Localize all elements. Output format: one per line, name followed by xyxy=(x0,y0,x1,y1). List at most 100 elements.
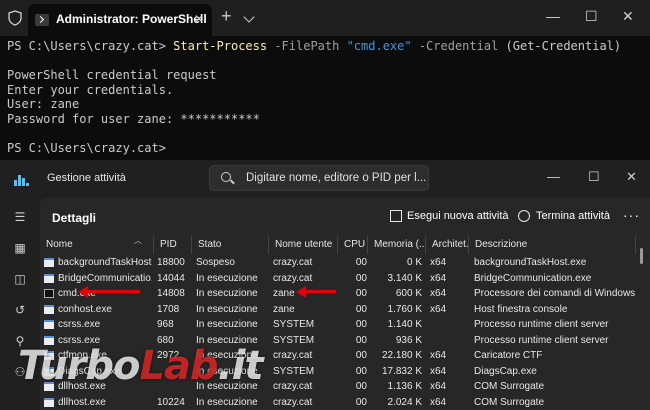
task-manager-titlebar: Gestione attività Digitare nome, editore… xyxy=(0,160,650,198)
minimize-icon[interactable]: — xyxy=(547,169,560,184)
table-row[interactable]: conhost.exe 1708 In esecuzione zane 00 1.760 … xyxy=(40,302,636,318)
cell-cpu: 00 xyxy=(355,272,367,284)
cell-arch xyxy=(430,333,468,349)
shield-icon xyxy=(8,10,22,26)
column-header[interactable]: Memoria (... xyxy=(368,236,426,254)
tab-powershell[interactable]: Administrator: PowerShell ✕ xyxy=(28,4,212,36)
close-tab-icon[interactable]: ✕ xyxy=(194,12,204,26)
cell-pid: 14044 xyxy=(157,272,185,284)
cell-arch: x64 xyxy=(430,396,447,408)
performance-icon[interactable]: ◫ xyxy=(13,272,27,286)
cell-arch: x64 xyxy=(430,303,447,315)
cell-arch xyxy=(430,317,468,333)
terminal-output[interactable]: PS C:\Users\crazy.cat> Start-Process -Fi… xyxy=(0,36,650,160)
cell-pid: 14808 xyxy=(157,288,185,299)
cell-user: crazy.cat xyxy=(273,272,313,284)
end-task-button[interactable]: Termina attività xyxy=(536,210,610,222)
search-box[interactable]: Digitare nome, editore o PID per l... xyxy=(209,165,429,191)
app-title: Gestione attività xyxy=(47,172,126,184)
run-task-icon xyxy=(390,210,402,222)
task-manager-logo-icon xyxy=(14,172,29,186)
column-header[interactable]: PID xyxy=(154,236,192,254)
search-icon xyxy=(221,172,231,182)
minimize-icon[interactable]: — xyxy=(546,8,560,24)
param-credential: -Credential xyxy=(411,39,506,53)
turbolab-watermark: TurboLab.it xyxy=(0,337,264,397)
column-header[interactable]: Descrizione xyxy=(469,236,636,254)
process-icon xyxy=(44,273,54,283)
cell-desc: Processo runtime client server xyxy=(474,334,609,346)
cell-user: SYSTEM xyxy=(273,365,315,377)
process-icon xyxy=(44,258,54,267)
maximize-icon[interactable]: ☐ xyxy=(588,169,600,185)
string-arg: "cmd.exe" xyxy=(346,39,412,53)
red-arrow-cmd xyxy=(78,285,140,298)
cell-mem: 17.832 K xyxy=(381,365,422,377)
cell-cpu: 00 xyxy=(355,396,367,408)
prompt: PS C:\Users\crazy.cat> xyxy=(7,39,174,53)
process-icon xyxy=(44,320,54,329)
cell-name: conhost.exe xyxy=(58,303,112,315)
cell-pid: 968 xyxy=(157,319,174,330)
cell-mem: 600 K xyxy=(395,288,422,299)
cell-user: crazy.cat xyxy=(273,396,313,408)
cell-desc: Processore dei comandi di Windows xyxy=(474,288,636,299)
cell-cpu: 00 xyxy=(355,319,367,330)
column-header[interactable]: CPU xyxy=(338,236,368,254)
table-row[interactable]: cmd.exe 14808 In esecuzione zane 00 600 Kx64 P… xyxy=(40,286,636,302)
output-line: Password for user zane: *********** xyxy=(7,111,260,126)
param-filepath: -FilePath xyxy=(267,39,347,53)
cell-desc: COM Surrogate xyxy=(474,381,545,392)
cell-status: In esecuzione xyxy=(196,303,258,315)
cell-cpu: 00 xyxy=(355,303,367,315)
cell-cpu: 00 xyxy=(355,381,367,392)
column-header[interactable]: Stato xyxy=(192,236,269,254)
terminal-titlebar: Administrator: PowerShell ✕ + — ☐ ✕ xyxy=(0,0,650,36)
cell-user: zane xyxy=(273,303,295,315)
table-row[interactable]: csrss.exe 968 In esecuzione SYSTEM 00 1.140 K… xyxy=(40,317,636,333)
column-header[interactable]: Architet... xyxy=(426,236,469,254)
vertical-scrollbar[interactable] xyxy=(640,248,643,264)
column-header[interactable]: Nome utente xyxy=(269,236,338,254)
table-row[interactable]: backgroundTaskHost... 18800 Sospeso crazy.c… xyxy=(40,255,636,271)
output-line: Enter your credentials. xyxy=(7,82,174,97)
watermark-logo: TurboLab.it xyxy=(18,343,264,389)
powershell-icon xyxy=(35,14,49,26)
cell-desc: BridgeCommunication.exe xyxy=(474,272,592,284)
table-row[interactable]: BridgeCommunicatio... 14044 In esecuzione c… xyxy=(40,271,636,287)
cell-mem: 22.180 K xyxy=(381,350,422,361)
cell-user: crazy.cat xyxy=(273,350,313,361)
more-options-button[interactable]: ··· xyxy=(623,207,640,223)
process-icon xyxy=(44,304,54,314)
cell-mem: 1.140 K xyxy=(387,319,422,330)
hamburger-menu-icon[interactable]: ☰ xyxy=(13,210,27,224)
processes-icon[interactable]: ▦ xyxy=(13,241,27,255)
page-title: Dettagli xyxy=(52,211,97,225)
cell-arch: x64 xyxy=(430,288,447,299)
close-window-icon[interactable]: ✕ xyxy=(626,169,637,185)
subexpression: (Get-Credential) xyxy=(505,39,622,53)
cell-user: crazy.cat xyxy=(273,257,313,268)
cell-mem: 1.136 K xyxy=(387,381,422,392)
output-line: PowerShell credential request xyxy=(7,68,217,82)
cell-arch: x64 xyxy=(430,350,447,361)
new-tab-button[interactable]: + xyxy=(221,6,232,27)
cell-user: crazy.cat xyxy=(273,381,313,392)
cell-cpu: 00 xyxy=(355,334,367,346)
cell-mem: 0 K xyxy=(406,257,422,268)
search-input[interactable]: Digitare nome, editore o PID per l... xyxy=(246,172,426,184)
maximize-icon[interactable]: ☐ xyxy=(585,8,598,25)
cell-pid: 18800 xyxy=(157,257,185,268)
run-new-task-button[interactable]: Esegui nuova attività xyxy=(407,210,509,222)
cmdlet: Start-Process xyxy=(173,39,268,53)
sort-arrow-icon: ︿ xyxy=(134,236,142,245)
details-header: Dettagli Esegui nuova attività Termina a… xyxy=(40,198,650,236)
cell-desc: Host finestra console xyxy=(474,303,568,315)
chevron-down-icon[interactable] xyxy=(243,11,255,23)
app-history-icon[interactable]: ↺ xyxy=(13,303,27,317)
cell-desc: COM Surrogate xyxy=(474,396,545,408)
prompt-line: PS C:\Users\crazy.cat> xyxy=(7,140,166,155)
close-window-icon[interactable]: ✕ xyxy=(622,8,634,25)
cell-user: SYSTEM xyxy=(273,319,315,330)
cell-arch: x64 xyxy=(430,381,447,392)
